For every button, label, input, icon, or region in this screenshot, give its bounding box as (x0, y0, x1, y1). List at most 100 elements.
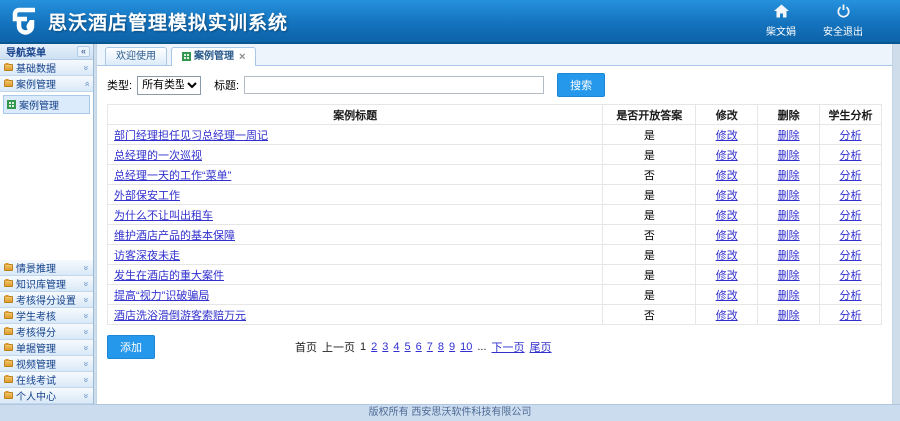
delete-link[interactable]: 删除 (778, 250, 800, 262)
modify-link[interactable]: 修改 (716, 290, 738, 302)
modify-link[interactable]: 修改 (716, 310, 738, 322)
sidebar-item-label: 单据管理 (16, 340, 81, 355)
sidebar-item-basic-data[interactable]: 基础数据 » (0, 60, 93, 76)
folder-icon (4, 360, 13, 367)
delete-link[interactable]: 删除 (778, 290, 800, 302)
search-button[interactable]: 搜索 (557, 73, 605, 97)
open-answer-value: 否 (603, 305, 696, 325)
sidebar-item[interactable]: 考核得分» (0, 324, 93, 340)
footer: 版权所有 西安思沃软件科技有限公司 (0, 404, 900, 421)
delete-link[interactable]: 删除 (778, 190, 800, 202)
analyze-link[interactable]: 分析 (840, 290, 862, 302)
sidebar-item[interactable]: 在线考试» (0, 372, 93, 388)
delete-link[interactable]: 删除 (778, 150, 800, 162)
modify-link[interactable]: 修改 (716, 130, 738, 142)
sidebar-item[interactable]: 视频管理» (0, 356, 93, 372)
home-button[interactable]: 柴文娟 (758, 4, 804, 38)
pagination-next[interactable]: 下一页 (492, 339, 525, 355)
collapse-sidebar-button[interactable]: « (77, 46, 90, 57)
pagination-first: 首页 (295, 339, 317, 355)
chevron-double-down-icon: » (81, 377, 91, 382)
modify-link[interactable]: 修改 (716, 150, 738, 162)
case-title-link[interactable]: 访客深夜未走 (114, 250, 180, 262)
chevron-double-down-icon: » (81, 313, 91, 318)
pagination-page-link[interactable]: 8 (438, 341, 444, 353)
analyze-link[interactable]: 分析 (840, 230, 862, 242)
open-answer-value: 是 (603, 125, 696, 145)
main-panel: 欢迎使用 案例管理 × 类型: 所有类型 标题: 搜索 案例标题是否开放答案修改… (96, 44, 893, 404)
title-label: 标题: (214, 77, 239, 93)
modify-link[interactable]: 修改 (716, 210, 738, 222)
delete-link[interactable]: 删除 (778, 270, 800, 282)
pagination-page-link[interactable]: 5 (405, 341, 411, 353)
sidebar-item[interactable]: 个人中心» (0, 388, 93, 404)
pagination-page-link[interactable]: 7 (427, 341, 433, 353)
tab-welcome[interactable]: 欢迎使用 (105, 47, 167, 65)
pagination-page-link[interactable]: 9 (449, 341, 455, 353)
delete-link[interactable]: 删除 (778, 170, 800, 182)
sidebar-item-case-management[interactable]: 案例管理 » (0, 76, 93, 92)
sidebar-item-group: 情景推理»知识库管理»考核得分设置»学生考核»考核得分»单据管理»视频管理»在线… (0, 260, 93, 404)
chevron-double-down-icon: » (81, 393, 91, 398)
modify-link[interactable]: 修改 (716, 190, 738, 202)
sidebar-item[interactable]: 考核得分设置» (0, 292, 93, 308)
modify-link[interactable]: 修改 (716, 170, 738, 182)
chevron-double-down-icon: » (81, 361, 91, 366)
copyright-text: 版权所有 西安思沃软件科技有限公司 (369, 407, 532, 418)
sidebar-item-label: 情景推理 (16, 260, 81, 275)
folder-icon (4, 344, 13, 351)
sidebar-item-label: 案例管理 (16, 76, 81, 91)
open-answer-value: 是 (603, 285, 696, 305)
sidebar-item[interactable]: 学生考核» (0, 308, 93, 324)
folder-icon (4, 64, 13, 71)
table-footer-bar: 添加 首页上一页12345678910...下一页尾页 (97, 325, 892, 359)
case-title-link[interactable]: 发生在酒店的重大案件 (114, 270, 224, 282)
pagination-page-link[interactable]: 2 (371, 341, 377, 353)
delete-link[interactable]: 删除 (778, 130, 800, 142)
modify-link[interactable]: 修改 (716, 230, 738, 242)
pagination-page-link[interactable]: 10 (460, 341, 472, 353)
content-area: 导航菜单 « 基础数据 » 案例管理 » 案例管理 情景推理»知识库管理»考核得… (0, 44, 900, 404)
delete-link[interactable]: 删除 (778, 230, 800, 242)
type-select[interactable]: 所有类型 (137, 76, 201, 95)
case-title-link[interactable]: 酒店洗浴滑倒游客索赔万元 (114, 310, 246, 322)
case-title-link[interactable]: 提高“视力”识破骗局 (114, 290, 209, 302)
filter-bar: 类型: 所有类型 标题: 搜索 (97, 66, 892, 101)
analyze-link[interactable]: 分析 (840, 150, 862, 162)
delete-link[interactable]: 删除 (778, 210, 800, 222)
case-title-link[interactable]: 总经理的一次巡视 (114, 150, 202, 162)
sidebar-item[interactable]: 情景推理» (0, 260, 93, 276)
analyze-link[interactable]: 分析 (840, 130, 862, 142)
pagination-last[interactable]: 尾页 (530, 339, 552, 355)
modify-link[interactable]: 修改 (716, 250, 738, 262)
pagination-page-link[interactable]: 4 (393, 341, 399, 353)
modify-link[interactable]: 修改 (716, 270, 738, 282)
sidebar-item[interactable]: 单据管理» (0, 340, 93, 356)
sidebar-item[interactable]: 知识库管理» (0, 276, 93, 292)
analyze-link[interactable]: 分析 (840, 270, 862, 282)
case-title-link[interactable]: 部门经理担任见习总经理一周记 (114, 130, 268, 142)
case-title-link[interactable]: 为什么不让叫出租车 (114, 210, 213, 222)
case-title-link[interactable]: 维护酒店产品的基本保障 (114, 230, 235, 242)
tab-case-management[interactable]: 案例管理 × (171, 47, 256, 66)
analyze-link[interactable]: 分析 (840, 170, 862, 182)
app-header: 思沃酒店管理模拟实训系统 柴文娟 安全退出 (0, 0, 900, 44)
analyze-link[interactable]: 分析 (840, 250, 862, 262)
analyze-link[interactable]: 分析 (840, 310, 862, 322)
title-input[interactable] (244, 76, 544, 94)
pagination-page-link[interactable]: 6 (416, 341, 422, 353)
logout-button[interactable]: 安全退出 (820, 4, 866, 38)
analyze-link[interactable]: 分析 (840, 210, 862, 222)
home-icon (773, 4, 790, 21)
sidebar-item-label: 在线考试 (16, 372, 81, 387)
open-answer-value: 是 (603, 265, 696, 285)
case-title-link[interactable]: 外部保安工作 (114, 190, 180, 202)
pagination-page-link[interactable]: 3 (382, 341, 388, 353)
sidebar-subitem-label: 案例管理 (19, 97, 59, 112)
close-icon[interactable]: × (239, 52, 245, 62)
analyze-link[interactable]: 分析 (840, 190, 862, 202)
add-button[interactable]: 添加 (107, 335, 155, 359)
case-title-link[interactable]: 总经理一天的工作“菜单” (114, 170, 231, 182)
delete-link[interactable]: 删除 (778, 310, 800, 322)
sidebar-subitem-case-management[interactable]: 案例管理 (3, 95, 90, 114)
